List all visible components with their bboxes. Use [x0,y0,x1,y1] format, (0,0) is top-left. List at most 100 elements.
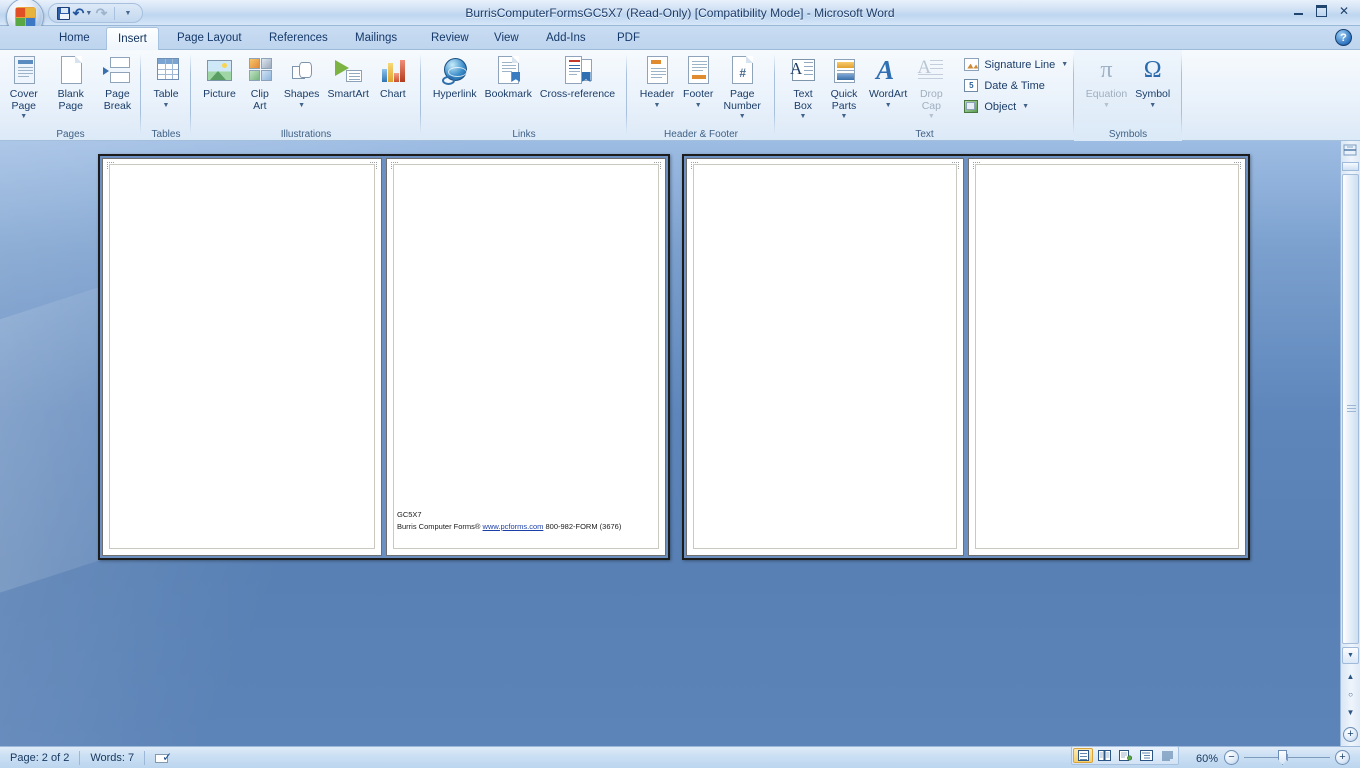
select-browse-object-button[interactable]: ○ [1343,687,1358,702]
date-time-button[interactable]: 5 Date & Time [961,75,1071,96]
word-count[interactable]: Words: 7 [80,747,144,768]
zoom-slider[interactable]: − + [1224,749,1350,765]
tab-add-ins[interactable]: Add-Ins [535,27,597,50]
restore-button[interactable] [1311,2,1331,19]
document-page-1[interactable] [102,158,382,556]
tab-page-layout[interactable]: Page Layout [166,27,253,50]
chevron-down-icon[interactable]: ▼ [1061,61,1068,68]
shapes-icon [286,55,318,87]
web-layout-icon [1118,750,1132,761]
scrollbar-grip-icon [1347,405,1356,413]
tab-home[interactable]: Home [48,27,101,50]
tab-pdf[interactable]: PDF [606,27,651,50]
document-page-2[interactable]: GC5X7 Burris Computer Forms® www.pcforms… [386,158,666,556]
chart-button[interactable]: Chart [373,53,413,101]
redo-button[interactable]: ↷ [92,5,111,22]
drop-cap-button[interactable]: A Drop Cap ▼ [911,53,951,120]
document-page-3[interactable] [686,158,964,556]
ribbon-group-text: A Text Box ▼ Quick Parts ▼ A WordArt ▼ A… [775,50,1074,141]
view-outline-button[interactable] [1136,748,1156,763]
minimize-button[interactable] [1288,2,1308,19]
zoom-in-button[interactable]: + [1335,750,1350,765]
shapes-button[interactable]: Shapes ▼ [280,53,324,109]
chevron-down-icon[interactable]: ▼ [298,102,305,109]
cover-page-button[interactable]: Cover Page ▼ [0,53,48,120]
proofing-status-button[interactable]: ✓ [145,747,182,768]
page-break-icon [101,55,133,87]
zoom-out-button[interactable]: − [1224,750,1239,765]
vertical-scrollbar[interactable]: ▼ ▲ ○ ▼ + [1340,141,1360,748]
chevron-down-icon[interactable]: ▼ [695,102,702,109]
quick-parts-button[interactable]: Quick Parts ▼ [823,53,865,120]
picture-button[interactable]: Picture [199,53,240,101]
save-button[interactable] [54,5,73,22]
previous-page-button[interactable]: ▲ [1343,669,1358,684]
undo-button[interactable]: ↶ ▼ [73,5,93,22]
smartart-button[interactable]: SmartArt [323,53,372,101]
chevron-down-icon[interactable]: ▼ [739,113,746,120]
date-time-label: Date & Time [984,79,1045,92]
header-button[interactable]: Header ▼ [636,53,678,109]
document-footer-text[interactable]: GC5X7 Burris Computer Forms® www.pcforms… [397,509,653,533]
equation-button[interactable]: π Equation ▼ [1082,53,1131,109]
text-boundary [393,164,659,549]
cross-reference-button[interactable]: Cross-reference [536,53,619,101]
split-window-button[interactable] [1342,162,1359,171]
zoom-slider-handle[interactable] [1278,750,1287,765]
signature-line-button[interactable]: Signature Line ▼ [961,54,1071,75]
view-web-layout-button[interactable] [1115,748,1135,763]
customize-qat-button[interactable]: ▼ [118,5,137,22]
office-logo-icon [15,7,36,28]
zoom-in-corner-button[interactable]: + [1343,727,1358,742]
wordart-button[interactable]: A WordArt ▼ [865,53,911,109]
split-handle-icon[interactable] [1343,144,1358,157]
clip-art-button[interactable]: Clip Art [240,53,280,112]
page-number-button[interactable]: # Page Number ▼ [718,53,766,120]
view-full-screen-reading-button[interactable] [1094,748,1114,763]
help-button[interactable]: ? [1335,29,1352,46]
chevron-down-icon[interactable]: ▼ [885,102,892,109]
bookmark-button[interactable]: Bookmark [481,53,536,101]
group-label-tables: Tables [151,129,181,140]
document-workspace[interactable]: GC5X7 Burris Computer Forms® www.pcforms… [0,141,1340,748]
page-break-button[interactable]: Page Break [94,53,141,112]
chevron-down-icon[interactable]: ▼ [20,113,27,120]
tab-mailings[interactable]: Mailings [344,27,408,50]
shapes-label: Shapes [283,88,320,100]
hyperlink-button[interactable]: Hyperlink [429,53,481,101]
scrollbar-thumb[interactable] [1342,174,1359,644]
page-indicator[interactable]: Page: 2 of 2 [0,747,79,768]
chevron-down-icon[interactable]: ▼ [1022,103,1029,110]
tab-view[interactable]: View [483,27,530,50]
tab-review[interactable]: Review [420,27,480,50]
outline-icon [1139,750,1153,761]
chevron-down-icon[interactable]: ▼ [800,113,807,120]
chevron-down-icon[interactable]: ▼ [841,113,848,120]
table-button[interactable]: Table ▼ [146,53,186,109]
window-controls: ✕ [1288,2,1354,19]
next-page-button[interactable]: ▼ [1343,705,1358,720]
chevron-down-icon[interactable]: ▼ [1149,102,1156,109]
pcforms-hyperlink[interactable]: www.pcforms.com [483,522,544,531]
close-button[interactable]: ✕ [1334,2,1354,19]
footer-button[interactable]: Footer ▼ [678,53,718,109]
split-glyph-icon [1343,144,1357,156]
object-button[interactable]: Object ▼ [961,96,1071,117]
zoom-level-label[interactable]: 60% [1184,753,1218,765]
clip-art-label: Clip Art [250,88,269,112]
quick-parts-icon [828,55,860,87]
chevron-down-icon[interactable]: ▼ [163,102,170,109]
tab-references[interactable]: References [258,27,339,50]
text-box-button[interactable]: A Text Box ▼ [783,53,823,120]
document-page-4[interactable] [968,158,1246,556]
symbol-button[interactable]: Ω Symbol ▼ [1131,53,1174,109]
blank-page-button[interactable]: Blank Page [48,53,94,112]
scroll-down-button[interactable]: ▼ [1342,647,1359,664]
chevron-down-icon[interactable]: ▼ [654,102,661,109]
view-draft-button[interactable] [1157,748,1177,763]
ribbon-group-pages: Cover Page ▼ Blank Page Page Break Pages [0,50,141,141]
phone-number: 800-982-FORM (3676) [543,522,622,531]
picture-label: Picture [203,88,236,100]
view-print-layout-button[interactable] [1073,748,1093,763]
tab-insert[interactable]: Insert [106,27,159,50]
